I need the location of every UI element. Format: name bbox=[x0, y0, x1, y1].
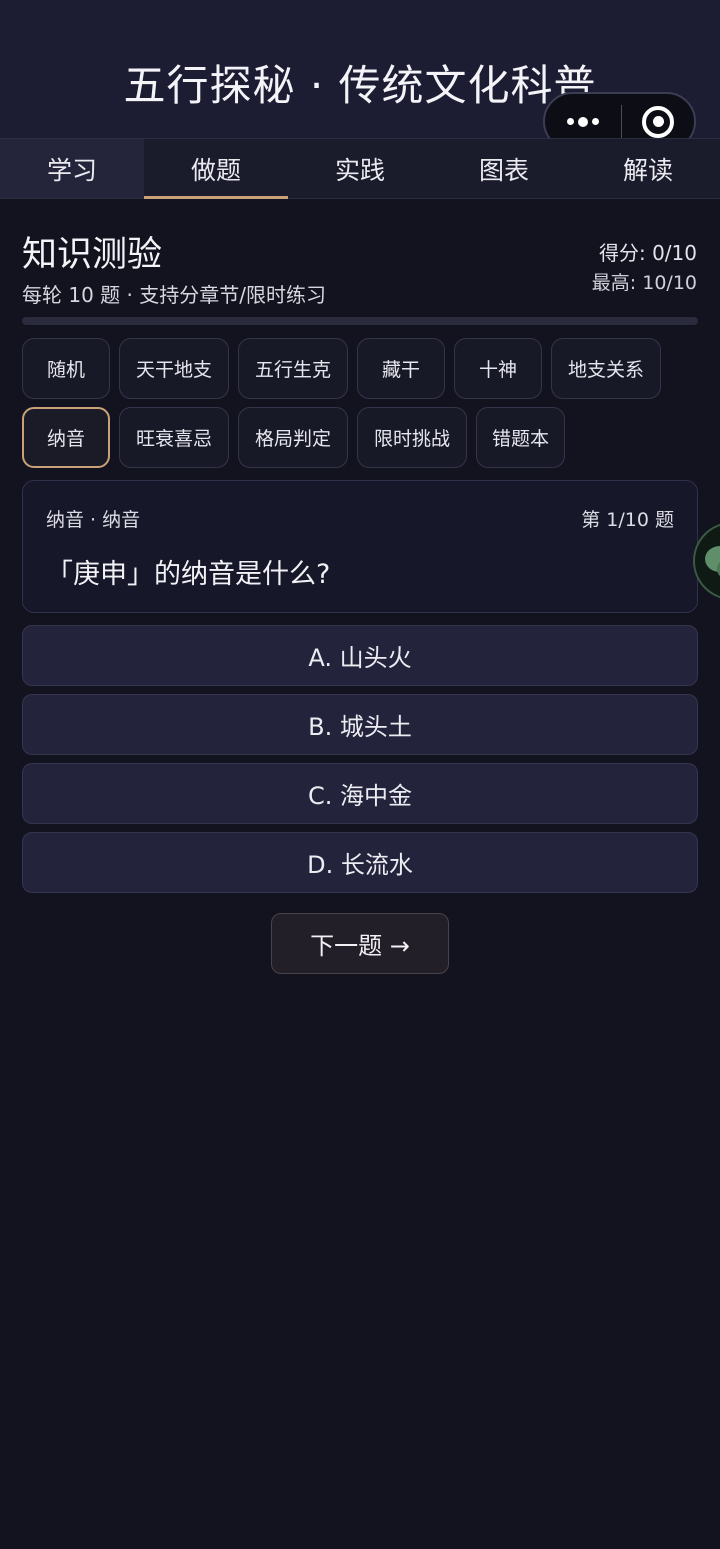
option-d[interactable]: D. 长流水 bbox=[22, 832, 698, 893]
quiz-title: 知识测验 bbox=[22, 235, 163, 275]
chip-ten-gods[interactable]: 十神 bbox=[454, 338, 542, 399]
tab-practice[interactable]: 实践 bbox=[288, 139, 432, 198]
tab-interpret[interactable]: 解读 bbox=[576, 139, 720, 198]
question-category: 纳音 · 纳音 bbox=[46, 509, 141, 531]
tab-bar: 学习 做题 实践 图表 解读 bbox=[0, 138, 720, 199]
chip-stems-branches[interactable]: 天干地支 bbox=[119, 338, 229, 399]
progress-bar bbox=[22, 317, 698, 325]
chip-branch-relations[interactable]: 地支关系 bbox=[551, 338, 661, 399]
chip-wrong-answers[interactable]: 错题本 bbox=[476, 407, 565, 468]
tab-quiz[interactable]: 做题 bbox=[144, 139, 288, 199]
option-c[interactable]: C. 海中金 bbox=[22, 763, 698, 824]
score-text: 得分: 0/10 bbox=[598, 241, 697, 265]
header: 五行探秘 · 传统文化科普 bbox=[0, 0, 720, 151]
chip-timed-challenge[interactable]: 限时挑战 bbox=[357, 407, 467, 468]
option-b[interactable]: B. 城头土 bbox=[22, 694, 698, 755]
page: 五行探秘 · 传统文化科普 学习 做题 实践 图表 解读 知识测验 每轮 10 … bbox=[0, 0, 720, 1549]
chip-random[interactable]: 随机 bbox=[22, 338, 110, 399]
best-score-text: 最高: 10/10 bbox=[591, 272, 697, 294]
chip-nayin[interactable]: 纳音 bbox=[22, 407, 110, 468]
tab-charts[interactable]: 图表 bbox=[432, 139, 576, 198]
chip-hidden-stems[interactable]: 藏干 bbox=[357, 338, 445, 399]
next-question-button[interactable]: 下一题 → bbox=[271, 913, 449, 974]
question-card: 纳音 · 纳音 第 1/10 题 「庚申」的纳音是什么? bbox=[22, 480, 698, 613]
option-a[interactable]: A. 山头火 bbox=[22, 625, 698, 686]
question-text: 「庚申」的纳音是什么? bbox=[46, 559, 331, 590]
chip-strength[interactable]: 旺衰喜忌 bbox=[119, 407, 229, 468]
question-number: 第 1/10 题 bbox=[581, 509, 674, 531]
tab-study[interactable]: 学习 bbox=[0, 139, 144, 198]
chip-five-elements[interactable]: 五行生克 bbox=[238, 338, 348, 399]
quiz-subtitle: 每轮 10 题 · 支持分章节/限时练习 bbox=[22, 283, 326, 307]
chip-pattern[interactable]: 格局判定 bbox=[238, 407, 348, 468]
